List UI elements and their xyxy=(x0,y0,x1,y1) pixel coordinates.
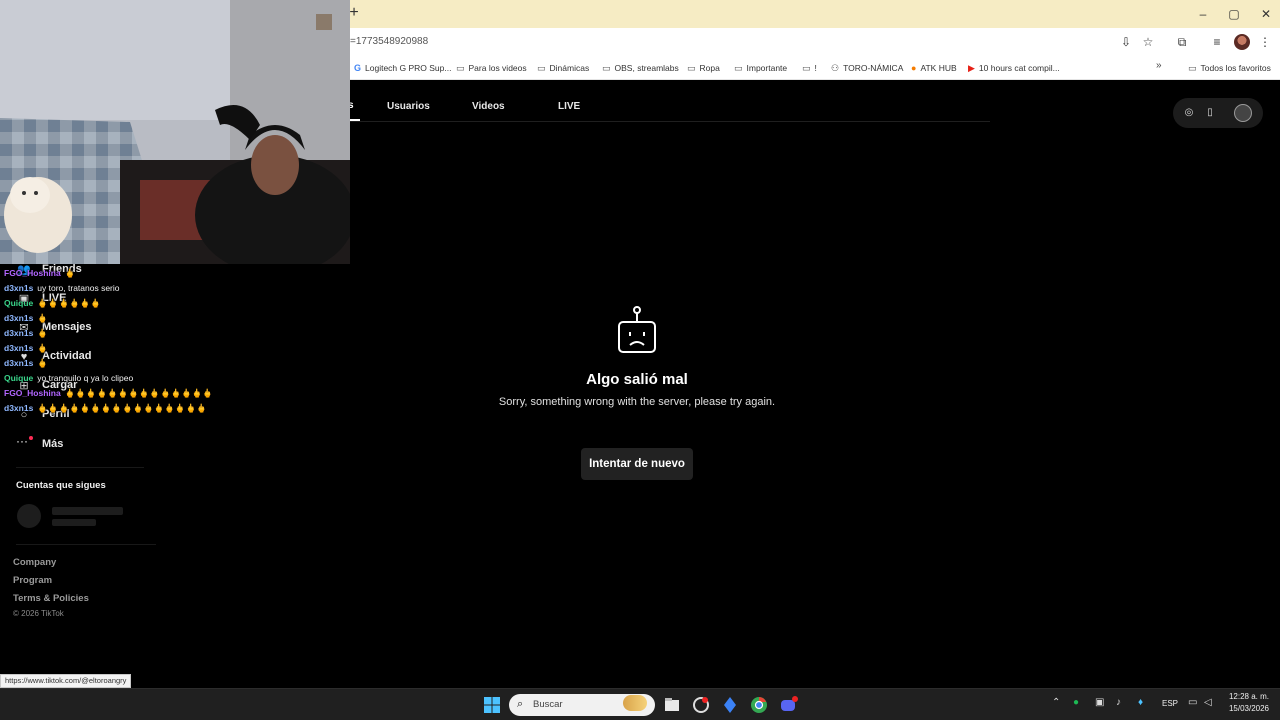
tab-videos[interactable]: Videos xyxy=(472,101,505,112)
minimize-button[interactable]: – xyxy=(1188,4,1218,24)
copyright: © 2026 TikTok xyxy=(13,609,64,618)
link-status-url: https://www.tiktok.com/@eltoroangry xyxy=(0,674,132,688)
skeleton-line xyxy=(52,519,96,526)
tab-usuarios[interactable]: Usuarios xyxy=(387,101,430,112)
input-language[interactable]: ESP xyxy=(1162,699,1178,708)
footer-link-terms[interactable]: Terms & Policies xyxy=(13,593,89,604)
search-tabs xyxy=(340,80,990,122)
vscode-like-app-icon[interactable] xyxy=(719,694,741,716)
discord-tray-icon[interactable]: ▣ xyxy=(1095,697,1104,708)
chat-message: d3xn1s uy toro, tratanos serio xyxy=(4,283,120,293)
folder-icon: ▭ xyxy=(602,63,611,73)
maximize-button[interactable]: ▢ xyxy=(1219,4,1249,24)
chat-message: d3xn1s 🖕 xyxy=(4,328,48,338)
clock-date[interactable]: 15/03/2026 xyxy=(1226,704,1272,713)
show-hidden-icons[interactable]: ⌃ xyxy=(1052,697,1060,708)
folder-icon: ▭ xyxy=(734,63,743,73)
youtube-icon: ▶ xyxy=(968,63,975,73)
chat-message: d3xn1s 🖕 xyxy=(4,343,48,353)
user-avatar[interactable] xyxy=(1234,104,1252,122)
all-bookmarks-folder[interactable]: ▭ Todos los favoritos xyxy=(1188,56,1271,80)
chat-message: Quique yo tranquilo q ya lo clipeo xyxy=(4,373,134,383)
search-icon: ⌕ xyxy=(517,698,524,710)
folder-icon: ▭ xyxy=(802,63,811,73)
footer-link-program[interactable]: Program xyxy=(13,575,52,586)
folder-icon: ▭ xyxy=(1188,63,1197,73)
bookmark-item[interactable]: ▭ OBS, streamlabs xyxy=(602,56,679,80)
stream-chat: FGO_Hoshina 🖕 d3xn1s uy toro, tratanos ser… xyxy=(4,266,344,416)
chat-message: d3xn1s 🖕 xyxy=(4,313,48,323)
skeleton-avatar xyxy=(17,504,41,528)
folder-icon: ▭ xyxy=(456,63,465,73)
google-icon: G xyxy=(354,63,362,73)
following-title: Cuentas que sigues xyxy=(16,480,106,491)
bookmark-item[interactable]: G Logitech G PRO Sup... xyxy=(354,56,451,80)
coin-icon[interactable]: ◎ xyxy=(1181,105,1197,121)
profile-avatar[interactable] xyxy=(1234,34,1250,50)
chat-message: FGO_Hoshina 🖕 xyxy=(4,268,76,278)
chat-message: FGO_Hoshina 🖕🖕🖕🖕🖕🖕🖕🖕🖕🖕🖕🖕🖕🖕 xyxy=(4,388,213,398)
chat-message: d3xn1s 🖕🖕🖕🖕🖕🖕🖕🖕🖕🖕🖕🖕🖕🖕🖕🖕 xyxy=(4,403,207,413)
folder-icon: ▭ xyxy=(537,63,546,73)
footer-link-company[interactable]: Company xyxy=(13,557,56,568)
bookmarks-overflow-button[interactable]: » xyxy=(1156,60,1162,71)
phone-icon[interactable]: ▯ xyxy=(1202,105,1218,121)
sidebar-divider xyxy=(16,467,144,468)
orange-circle-icon: ● xyxy=(911,63,917,73)
bookmark-item[interactable]: ▭ Dinámicas xyxy=(537,56,589,80)
clock-time[interactable]: 12:28 a. m. xyxy=(1226,692,1272,701)
webcam-overlay xyxy=(0,0,350,264)
bookmark-item[interactable]: ▭ Importante xyxy=(734,56,787,80)
chat-message: d3xn1s 🖕 xyxy=(4,358,48,368)
windows-start-icon[interactable] xyxy=(481,694,503,716)
bookmark-item[interactable]: ▭! xyxy=(802,56,817,80)
media-control-icon[interactable]: ≡ xyxy=(1208,33,1226,51)
folder-icon: ▭ xyxy=(687,63,696,73)
error-title: Algo salió mal xyxy=(586,371,688,388)
steam-like-app-icon[interactable] xyxy=(690,694,712,716)
bookmark-item[interactable]: ▭ Para los videos xyxy=(456,56,527,80)
search-highlight-image xyxy=(623,695,647,711)
sidebar-divider xyxy=(16,544,156,545)
chrome-icon[interactable] xyxy=(748,694,770,716)
retry-button[interactable]: Intentar de nuevo xyxy=(581,448,693,480)
extensions-icon[interactable]: ⧉ xyxy=(1173,33,1191,51)
skeleton-line xyxy=(52,507,123,515)
sidebar-item-mas[interactable]: Más xyxy=(42,438,63,450)
volume-icon[interactable]: ♪ xyxy=(1116,697,1121,708)
discord-icon[interactable] xyxy=(777,694,799,716)
spotify-icon[interactable]: ● xyxy=(1073,697,1079,708)
bookmark-item[interactable]: ⚇ TORO-NÁMICA xyxy=(831,56,903,80)
bookmark-item[interactable]: ● ATK HUB xyxy=(911,56,957,80)
tab-live[interactable]: LIVE xyxy=(558,101,580,112)
speaker-icon[interactable]: ◁ xyxy=(1204,697,1212,708)
install-app-icon[interactable]: ⇩ xyxy=(1117,33,1135,51)
network-icon[interactable]: ▭ xyxy=(1188,697,1197,708)
bookmark-star-icon[interactable]: ☆ xyxy=(1139,33,1157,51)
address-bar[interactable]: =1773548920988 xyxy=(340,30,1140,54)
link-icon: ⚇ xyxy=(831,63,840,73)
bookmark-item[interactable]: ▭ Ropa xyxy=(687,56,720,80)
robot-error-icon xyxy=(618,306,656,353)
error-message: Sorry, something wrong with the server, … xyxy=(498,396,776,408)
close-window-button[interactable]: ✕ xyxy=(1251,4,1280,24)
bookmark-item[interactable]: ▶ 10 hours cat compil... xyxy=(968,56,1060,80)
menu-kebab-icon[interactable]: ⋮ xyxy=(1256,33,1274,51)
notification-dot xyxy=(29,436,33,440)
file-explorer-icon[interactable] xyxy=(661,694,683,716)
microphone-icon[interactable]: ♦ xyxy=(1138,697,1143,708)
chat-message: Quique 🖕🖕🖕🖕🖕🖕 xyxy=(4,298,101,308)
